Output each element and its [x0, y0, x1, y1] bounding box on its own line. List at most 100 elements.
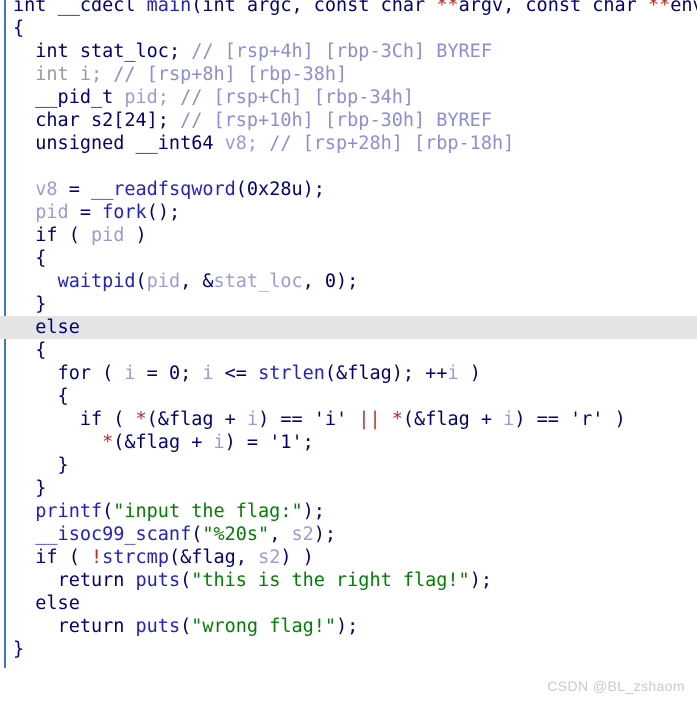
code-token: );	[469, 570, 492, 591]
code-token: i	[447, 363, 459, 384]
code-token: *	[135, 409, 147, 430]
code-line[interactable]: int stat_loc; // [rsp+4h] [rbp-3Ch] BYRE…	[0, 40, 697, 63]
code-token: puts	[135, 616, 181, 637]
pseudocode-view[interactable]: int __cdecl main(int argc, const char **…	[0, 0, 697, 703]
code-token: const	[313, 0, 370, 16]
code-token: flag	[425, 409, 470, 430]
code-token: (&	[402, 409, 426, 430]
code-line[interactable]: if ( *(&flag + i) == 'i' || *(&flag + i)…	[0, 408, 697, 431]
code-token: pid	[90, 225, 125, 246]
code-token: =	[68, 202, 103, 223]
code-token: (&	[113, 432, 136, 453]
code-line[interactable]: if ( pid )	[0, 224, 697, 247]
code-line-list[interactable]: int __cdecl main(int argc, const char **…	[0, 0, 697, 661]
code-line[interactable]: *(&flag + i) = '1';	[0, 431, 697, 454]
code-line[interactable]: }	[0, 293, 697, 316]
code-line[interactable]: }	[0, 477, 697, 500]
code-token: waitpid	[57, 271, 136, 292]
code-token: *	[102, 432, 114, 453]
code-token: 0	[168, 363, 181, 384]
code-token: {	[13, 386, 69, 407]
code-token: )	[458, 363, 481, 384]
code-token: **	[436, 0, 459, 16]
code-line[interactable]: int i; // [rsp+8h] [rbp-38h]	[0, 63, 697, 86]
code-line[interactable]: {	[0, 247, 697, 270]
code-token: +	[469, 409, 504, 430]
code-token: puts	[135, 570, 181, 591]
code-token: (	[57, 547, 91, 568]
code-line[interactable]: if ( !strcmp(&flag, s2) )	[0, 546, 697, 569]
code-token: if	[79, 409, 103, 430]
code-token: ) ==	[258, 409, 314, 430]
code-line[interactable]: waitpid(pid, &stat_loc, 0);	[0, 270, 697, 293]
code-token: flag	[168, 409, 214, 430]
code-token: (&	[324, 363, 348, 384]
code-line[interactable]: {	[0, 339, 697, 362]
code-token: s2	[258, 547, 281, 568]
code-token: for	[57, 363, 91, 384]
code-token: argv,	[458, 0, 526, 16]
code-token: (	[235, 179, 247, 200]
code-line[interactable]: return puts("this is the right flag!");	[0, 569, 697, 592]
code-line[interactable]	[0, 155, 697, 178]
code-line[interactable]: pid = fork();	[0, 201, 697, 224]
code-token: return	[57, 616, 125, 637]
code-line[interactable]: {	[0, 385, 697, 408]
code-line[interactable]: for ( i = 0; i <= strlen(&flag); ++i )	[0, 362, 697, 385]
code-token: ||	[358, 409, 381, 430]
code-token: i	[124, 363, 136, 384]
code-token: 'r'	[570, 409, 604, 430]
code-token: // [rsp+8h] [rbp-38h]	[113, 64, 348, 85]
code-token: else	[35, 317, 80, 338]
code-line[interactable]: return puts("wrong flag!");	[0, 615, 697, 638]
code-line[interactable]: printf("input the flag:");	[0, 500, 697, 523]
code-line[interactable]: else	[0, 316, 697, 339]
code-line[interactable]: v8 = __readfsqword(0x28u);	[0, 178, 697, 201]
code-token: ();	[146, 202, 181, 223]
code-token: flag	[191, 547, 236, 568]
code-token: (	[191, 524, 203, 545]
code-line[interactable]: char s2[24]; // [rsp+10h] [rbp-30h] BYRE…	[0, 109, 697, 132]
code-token: {	[13, 340, 47, 361]
code-line[interactable]: }	[0, 454, 697, 477]
code-token: +	[180, 432, 214, 453]
code-token: }	[13, 639, 25, 660]
code-token: v8;	[224, 133, 270, 154]
code-token: if	[35, 547, 58, 568]
code-token: , &	[180, 271, 214, 292]
code-line[interactable]: __pid_t pid; // [rsp+Ch] [rbp-34h]	[0, 86, 697, 109]
code-token: envp)	[670, 0, 697, 16]
code-token: (	[102, 501, 114, 522]
code-token: ,	[235, 547, 259, 568]
code-line[interactable]: unsigned __int64 v8; // [rsp+28h] [rbp-1…	[0, 132, 697, 155]
code-token: "wrong flag!"	[191, 616, 337, 637]
code-line[interactable]: int __cdecl main(int argc, const char **…	[0, 0, 697, 17]
code-line[interactable]: {	[0, 17, 697, 40]
code-line[interactable]: __isoc99_scanf("%20s", s2);	[0, 523, 697, 546]
code-token: if	[35, 225, 58, 246]
code-token: pid	[146, 271, 181, 292]
code-line[interactable]: }	[0, 638, 697, 661]
code-token: strlen	[258, 363, 325, 384]
code-token: i	[213, 432, 225, 453]
code-line[interactable]: else	[0, 592, 697, 615]
code-token: ;	[302, 432, 314, 453]
code-token: i	[503, 409, 515, 430]
code-token: '1'	[269, 432, 303, 453]
code-token: )	[603, 409, 626, 430]
code-token: ,	[302, 271, 325, 292]
code-token: char	[592, 0, 637, 16]
